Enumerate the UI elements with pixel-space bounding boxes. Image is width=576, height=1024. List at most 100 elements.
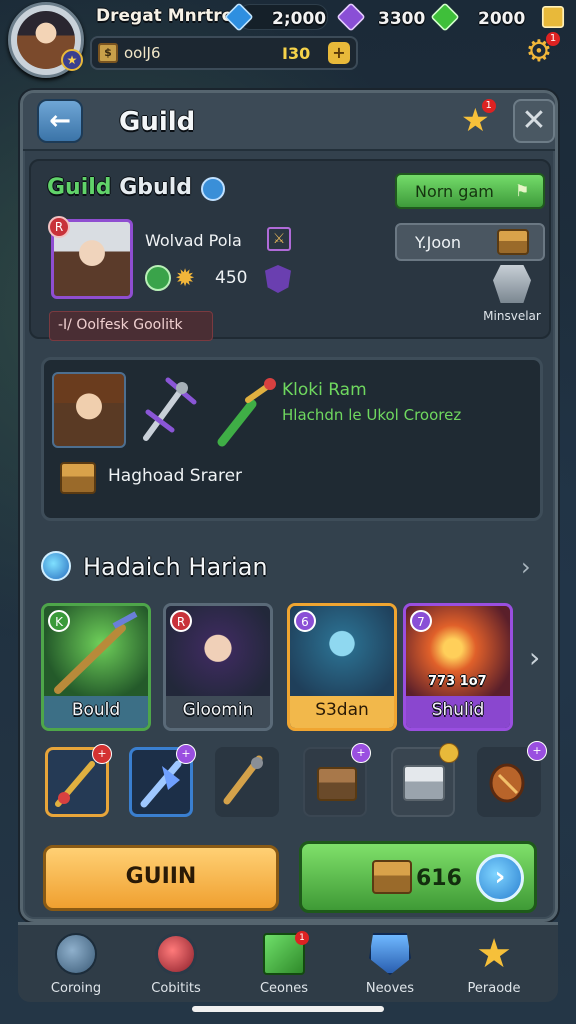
- rank-shield-icon: ★: [61, 49, 83, 71]
- green-cube-icon: 1: [263, 931, 309, 975]
- gold-gear-icon: ✹: [175, 264, 196, 292]
- reward-label: Haghoad Srarer: [108, 466, 243, 486]
- gold-gem-icon: [541, 5, 565, 29]
- player-name: Dregat Mnrtrok: [96, 6, 245, 26]
- item-badge: +: [92, 744, 112, 764]
- hero-card-s3dan[interactable]: 6 S3dan: [287, 603, 397, 731]
- hero-card-bould[interactable]: K Bould: [41, 603, 151, 731]
- open-chest-button[interactable]: 616 ›: [299, 841, 537, 913]
- close-icon: ✕: [521, 103, 547, 138]
- shield-sword-icon: [55, 933, 97, 975]
- close-button[interactable]: ✕: [513, 99, 555, 143]
- star-icon: ★: [476, 931, 512, 977]
- silver-chest-icon: [403, 765, 445, 801]
- crossbow-icon: [143, 377, 197, 441]
- item-slot-sword[interactable]: +: [45, 744, 112, 817]
- guild-secondary-label: Y.Joon: [415, 233, 462, 252]
- leader-badge: R: [48, 216, 70, 238]
- nav-item-peraode[interactable]: ★ Peraode: [446, 933, 542, 996]
- golden-chest-icon: [372, 860, 412, 894]
- top-hud: ★ Dregat Mnrtrok 2;000 3300 2000 $ oolJ6…: [0, 0, 576, 80]
- hero-card-badge: R: [170, 610, 192, 632]
- coin-badge: [439, 743, 459, 763]
- item-badge: +: [527, 741, 547, 761]
- ticket-icon: $: [98, 43, 118, 63]
- item-slot-silver-chest[interactable]: [391, 743, 459, 817]
- green-gem-value: 2000: [478, 9, 526, 29]
- green-orb-icon: [145, 265, 171, 291]
- guild-action-button[interactable]: GUIIN: [43, 845, 279, 911]
- quest-hero-portrait: [52, 372, 126, 448]
- notification-badge: 1: [546, 32, 560, 46]
- sword-icon: ⚔: [267, 227, 291, 251]
- bottom-nav: Coroing Cobitits 1 Ceones Neoves ★ Perao…: [18, 922, 558, 1002]
- nav-label: Cobitits: [151, 981, 201, 996]
- join-guild-label: Norn gam: [415, 182, 494, 201]
- hero-card-shulid[interactable]: 773 1o7 7 Shulid: [403, 603, 513, 731]
- blue-armor-icon: [369, 933, 411, 975]
- reward-chest-icon: [60, 462, 96, 494]
- guild-panel: ← Guild ★ 1 ✕ Guild Gbuld Norn gam ⚑ Y.J…: [20, 90, 558, 922]
- subbar-label: oolJ6: [124, 44, 161, 62]
- nav-label: Coroing: [50, 981, 102, 996]
- panel-header: ← Guild ★ 1 ✕: [23, 93, 555, 151]
- settings-button[interactable]: ⚙ 1: [520, 32, 560, 70]
- hero-card-overlay: 773 1o7: [428, 674, 487, 689]
- item-badge: +: [176, 744, 196, 764]
- item-badge: +: [351, 743, 371, 763]
- flag-icon: ⚑: [515, 181, 530, 200]
- nav-item-cobitits[interactable]: Cobitits: [128, 933, 224, 996]
- blue-rune-icon: [41, 551, 71, 581]
- nav-label: Peraode: [467, 981, 521, 996]
- favorite-button[interactable]: ★ 1: [461, 99, 496, 137]
- quest-title: Kloki Ram: [282, 380, 367, 400]
- chevron-right-icon[interactable]: ›: [521, 553, 531, 581]
- red-orb-icon: [155, 933, 197, 975]
- home-indicator[interactable]: [192, 1006, 384, 1012]
- chevron-right-icon[interactable]: ›: [529, 641, 540, 674]
- item-slot-wooden-chest[interactable]: +: [303, 743, 371, 817]
- nav-label: Neoves: [365, 981, 415, 996]
- hero-card-name: Shulid: [406, 696, 510, 728]
- nav-item-coroing[interactable]: Coroing: [28, 933, 124, 996]
- item-slot-amulet[interactable]: +: [477, 741, 547, 817]
- hero-card-gloomin[interactable]: R Gloomin: [163, 603, 273, 731]
- nav-item-neoves[interactable]: Neoves: [342, 933, 438, 996]
- hero-card-badge: 6: [294, 610, 316, 632]
- anvil-icon: [493, 265, 531, 303]
- amulet-item-icon: [489, 763, 525, 803]
- chevron-right-icon: ›: [476, 854, 524, 902]
- item-slot-dagger[interactable]: [215, 747, 279, 817]
- side-item[interactable]: Minsvelar: [477, 265, 547, 323]
- side-item-label: Minsvelar: [483, 309, 541, 323]
- hero-card-name: Bould: [44, 696, 148, 728]
- back-button[interactable]: ←: [37, 99, 83, 143]
- open-chest-value: 616: [416, 866, 462, 891]
- guild-motto: -I/ Oolfesk Goolitk: [49, 311, 213, 341]
- hero-card-badge: 7: [410, 610, 432, 632]
- wooden-chest-icon: [317, 767, 357, 801]
- item-slot-crystal[interactable]: +: [129, 744, 196, 817]
- purple-shield-icon: [265, 265, 291, 293]
- guild-title-part2: Gbuld: [119, 175, 192, 200]
- quest-description: Hlachdn le Ukol Croorez: [282, 406, 462, 424]
- join-guild-button[interactable]: Norn gam ⚑: [395, 173, 545, 209]
- guild-leader-portrait[interactable]: R: [48, 216, 133, 299]
- guild-secondary-button[interactable]: Y.Joon: [395, 223, 545, 261]
- nav-label: Ceones: [259, 981, 309, 996]
- treasure-chest-icon: [497, 229, 529, 255]
- leader-name: Wolvad Pola: [145, 231, 242, 250]
- blue-gem-value: 2;000: [272, 9, 327, 29]
- add-currency-button[interactable]: +: [328, 42, 350, 64]
- nav-item-ceones[interactable]: 1 Ceones: [236, 931, 332, 996]
- hero-card-badge: K: [48, 610, 70, 632]
- info-icon[interactable]: [201, 177, 225, 201]
- arrow-left-icon: ←: [49, 106, 71, 136]
- purple-crystal-icon: [336, 2, 366, 32]
- subbar-number: I30: [282, 44, 311, 63]
- quest-card[interactable]: Kloki Ram Hlachdn le Ukol Croorez Haghoa…: [41, 357, 543, 521]
- player-avatar[interactable]: ★: [8, 2, 84, 78]
- guild-info-card: Guild Gbuld Norn gam ⚑ Y.Joon R Wolvad P…: [29, 159, 551, 341]
- hero-card-name: Gloomin: [166, 696, 270, 728]
- page-title: Guild: [119, 107, 196, 137]
